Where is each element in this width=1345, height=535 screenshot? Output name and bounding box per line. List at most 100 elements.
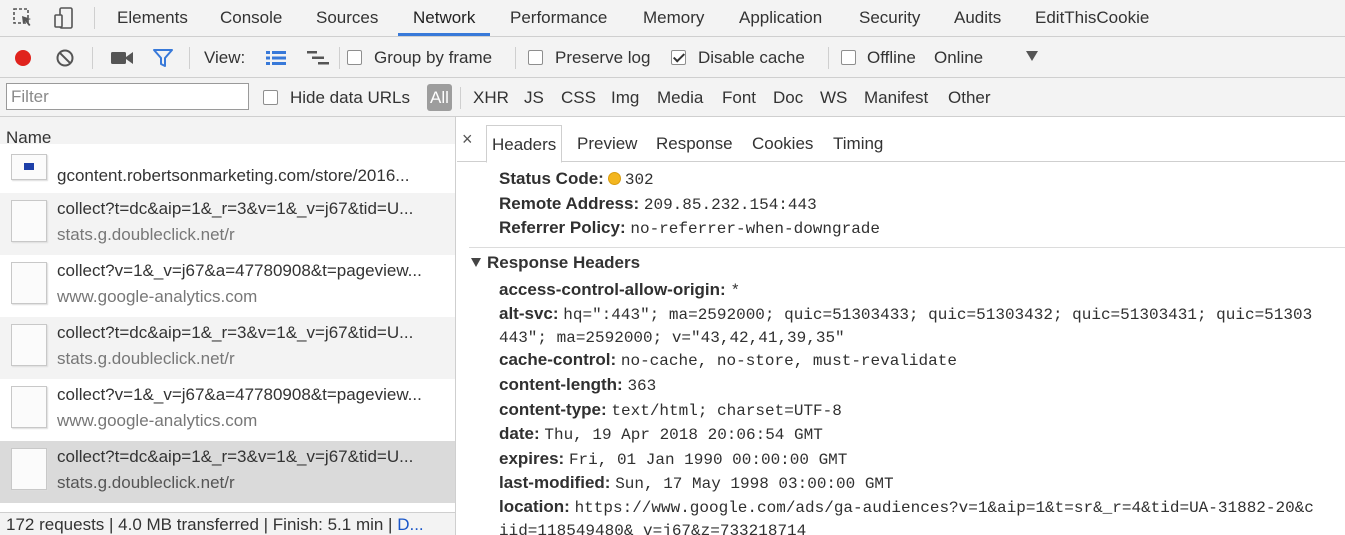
request-name: gcontent.robertsonmarketing.com/store/20…: [57, 166, 410, 185]
summary-status-bar: 172 requests | 4.0 MB transferred | Fini…: [0, 512, 455, 535]
type-filter-css[interactable]: CSS: [561, 78, 596, 117]
header-key: location:: [499, 497, 570, 516]
type-filter-ws[interactable]: WS: [820, 78, 847, 117]
header-key: Remote Address:: [499, 194, 640, 213]
tab-elements[interactable]: Elements: [117, 0, 188, 36]
tab-editthiscookie[interactable]: EditThisCookie: [1035, 0, 1149, 36]
tab-headers[interactable]: Headers: [486, 125, 563, 163]
tab-performance[interactable]: Performance: [510, 0, 607, 36]
type-filter-other[interactable]: Other: [948, 78, 991, 117]
triangle-down-icon: [471, 258, 481, 267]
header-value: no-referrer-when-downgrade: [630, 220, 880, 238]
filter-bar: Hide data URLs All XHR JS CSS Img Media …: [0, 78, 1345, 117]
file-icon: [11, 200, 47, 242]
tab-application[interactable]: Application: [739, 0, 822, 36]
tab-timing[interactable]: Timing: [833, 125, 883, 162]
request-row[interactable]: collect?t=dc&aip=1&_r=3&v=1&_v=j67&tid=U…: [0, 193, 455, 255]
type-filter-js[interactable]: JS: [524, 78, 544, 117]
inspect-element-icon[interactable]: [10, 0, 36, 36]
divider: [92, 47, 93, 69]
tab-memory[interactable]: Memory: [643, 0, 704, 36]
type-filter-manifest[interactable]: Manifest: [864, 78, 928, 117]
header-key: alt-svc:: [499, 304, 559, 323]
header-value: 209.85.232.154:443: [643, 196, 817, 214]
tab-console[interactable]: Console: [220, 0, 282, 36]
header-key: access-control-allow-origin:: [499, 280, 726, 299]
response-headers-section[interactable]: Response Headers: [471, 253, 640, 273]
request-list-panel: Name gcontent.robertsonmarketing.com/sto…: [0, 117, 456, 535]
file-icon: [11, 448, 47, 490]
tab-preview[interactable]: Preview: [577, 125, 637, 162]
file-icon: [11, 154, 47, 180]
referrer-policy-row: Referrer Policy: no-referrer-when-downgr…: [499, 218, 880, 238]
tab-audits[interactable]: Audits: [954, 0, 1001, 36]
response-header-row: content-length: 363: [499, 375, 656, 395]
request-domain: stats.g.doubleclick.net/r: [57, 349, 235, 368]
section-title: Response Headers: [487, 253, 641, 272]
tab-response[interactable]: Response: [656, 125, 733, 162]
tab-cookies[interactable]: Cookies: [752, 125, 813, 162]
header-value: Thu, 19 Apr 2018 20:06:54 GMT: [544, 426, 823, 444]
file-icon: [11, 386, 47, 428]
header-value: 363: [627, 377, 657, 395]
throttling-select[interactable]: Online: [934, 48, 1044, 68]
header-value: text/html; charset=UTF-8: [611, 402, 842, 420]
response-header-row: iid=118549480&_v=j67&z=733218714: [499, 520, 806, 535]
request-row[interactable]: collect?t=dc&aip=1&_r=3&v=1&_v=j67&tid=U…: [0, 317, 455, 379]
view-label: View:: [204, 48, 246, 67]
request-row-selected[interactable]: collect?t=dc&aip=1&_r=3&v=1&_v=j67&tid=U…: [0, 441, 455, 503]
network-toolbar: View: Group by frame Preserve log Disabl…: [0, 37, 1345, 78]
clear-icon[interactable]: [54, 37, 76, 78]
type-filter-all[interactable]: All: [427, 84, 452, 111]
remote-address-row: Remote Address: 209.85.232.154:443: [499, 194, 817, 214]
type-filter-xhr[interactable]: XHR: [473, 78, 509, 117]
group-by-frame-checkbox[interactable]: [347, 50, 362, 65]
request-domain: stats.g.doubleclick.net/r: [57, 473, 235, 492]
details-tab-bar: × Headers Preview Response Cookies Timin…: [457, 117, 1345, 163]
offline-checkbox[interactable]: [841, 50, 856, 65]
close-icon[interactable]: ×: [462, 129, 473, 150]
response-header-row: access-control-allow-origin: *: [499, 280, 740, 300]
header-key: last-modified:: [499, 473, 611, 492]
hide-data-urls-label: Hide data URLs: [290, 88, 411, 107]
header-key: cache-control:: [499, 350, 617, 369]
tab-network[interactable]: Network: [398, 0, 491, 36]
request-row[interactable]: collect?v=1&_v=j67&a=47780908&t=pageview…: [0, 379, 455, 441]
response-header-row: location: https://www.google.com/ads/ga-…: [499, 497, 1314, 517]
domcontentloaded-link[interactable]: D...: [397, 515, 423, 534]
hide-data-urls-checkbox[interactable]: [263, 90, 278, 105]
header-key: Status Code:: [499, 169, 604, 188]
status-dot-icon: [607, 172, 621, 185]
file-icon: [11, 324, 47, 366]
device-toolbar-icon[interactable]: [50, 0, 78, 36]
preserve-log-label: Preserve log: [555, 48, 651, 67]
disable-cache-checkbox[interactable]: [671, 50, 686, 65]
request-name: collect?t=dc&aip=1&_r=3&v=1&_v=j67&tid=U…: [57, 447, 414, 466]
header-value: https://www.google.com/ads/ga-audiences?…: [574, 499, 1314, 517]
capture-screenshots-icon[interactable]: [109, 37, 135, 78]
type-filter-media[interactable]: Media: [657, 78, 703, 117]
response-header-row: content-type: text/html; charset=UTF-8: [499, 400, 842, 420]
request-domain: stats.g.doubleclick.net/r: [57, 225, 235, 244]
large-rows-icon[interactable]: [262, 37, 290, 78]
header-value: no-cache, no-store, must-revalidate: [620, 352, 957, 370]
devtools-tab-bar: Elements Console Sources Network Perform…: [0, 0, 1345, 37]
filter-icon[interactable]: [150, 37, 176, 78]
group-by-frame-label: Group by frame: [374, 48, 493, 67]
offline-label: Offline: [867, 48, 916, 67]
request-domain: www.google-analytics.com: [57, 287, 258, 306]
divider: [189, 47, 190, 69]
type-filter-doc[interactable]: Doc: [773, 78, 803, 117]
request-row[interactable]: collect?v=1&_v=j67&a=47780908&t=pageview…: [0, 255, 455, 317]
section-divider: [469, 247, 1345, 248]
tab-security[interactable]: Security: [859, 0, 920, 36]
header-key: content-type:: [499, 400, 607, 419]
type-filter-font[interactable]: Font: [722, 78, 756, 117]
preserve-log-checkbox[interactable]: [528, 50, 543, 65]
record-icon[interactable]: [12, 37, 34, 78]
waterfall-overview-icon[interactable]: [304, 37, 332, 78]
type-filter-img[interactable]: Img: [611, 78, 639, 117]
divider: [94, 7, 95, 29]
tab-sources[interactable]: Sources: [316, 0, 378, 36]
filter-input[interactable]: [6, 83, 249, 110]
